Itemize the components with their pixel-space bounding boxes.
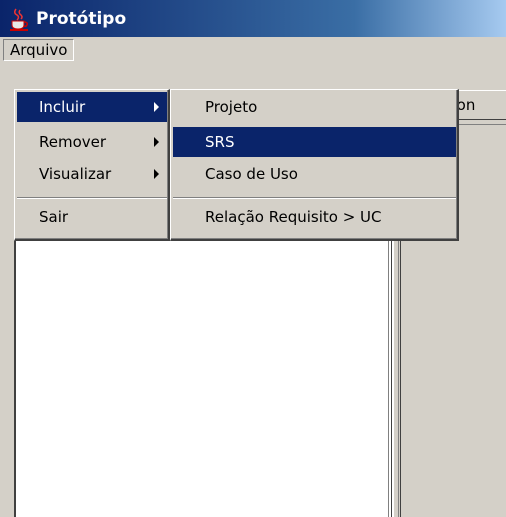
window-title-bar[interactable]: Protótipo [0,0,506,37]
java-cup-icon [8,7,30,31]
submenu-item-srs-label: SRS [205,133,235,151]
menu-arquivo-label: Arquivo [10,41,68,59]
menu-item-sair-label: Sair [39,208,69,226]
submenu-item-caso-de-uso-label: Caso de Uso [205,165,298,183]
menu-item-remover-label: Remover [39,133,107,151]
window-title: Protótipo [36,8,127,29]
menu-item-remover[interactable]: Remover [17,127,167,157]
menu-item-incluir-label: Incluir [39,98,86,116]
submenu-arrow-icon [154,137,159,147]
menu-separator [17,197,167,199]
menu-item-visualizar-label: Visualizar [39,165,112,183]
submenu-item-relacao-label: Relação Requisito > UC [205,208,382,226]
menu-item-visualizar[interactable]: Visualizar [17,159,167,189]
submenu-arrow-icon [154,102,159,112]
submenu-item-relacao-requisito-uc[interactable]: Relação Requisito > UC [173,202,456,232]
menu-item-incluir[interactable]: Incluir [17,92,167,122]
menu-arquivo[interactable]: Arquivo [3,39,75,61]
arquivo-dropdown: Incluir Remover Visualizar Sair [14,89,170,241]
submenu-item-srs[interactable]: SRS [173,127,456,157]
submenu-item-caso-de-uso[interactable]: Caso de Uso [173,159,456,189]
submenu-separator [173,197,456,199]
menu-item-sair[interactable]: Sair [17,202,167,232]
menu-bar: Arquivo [0,37,506,63]
submenu-item-projeto-label: Projeto [205,98,258,116]
submenu-arrow-icon [154,169,159,179]
submenu-item-projeto[interactable]: Projeto [173,92,456,122]
incluir-submenu: Projeto SRS Caso de Uso Relação Requisit… [170,89,459,241]
